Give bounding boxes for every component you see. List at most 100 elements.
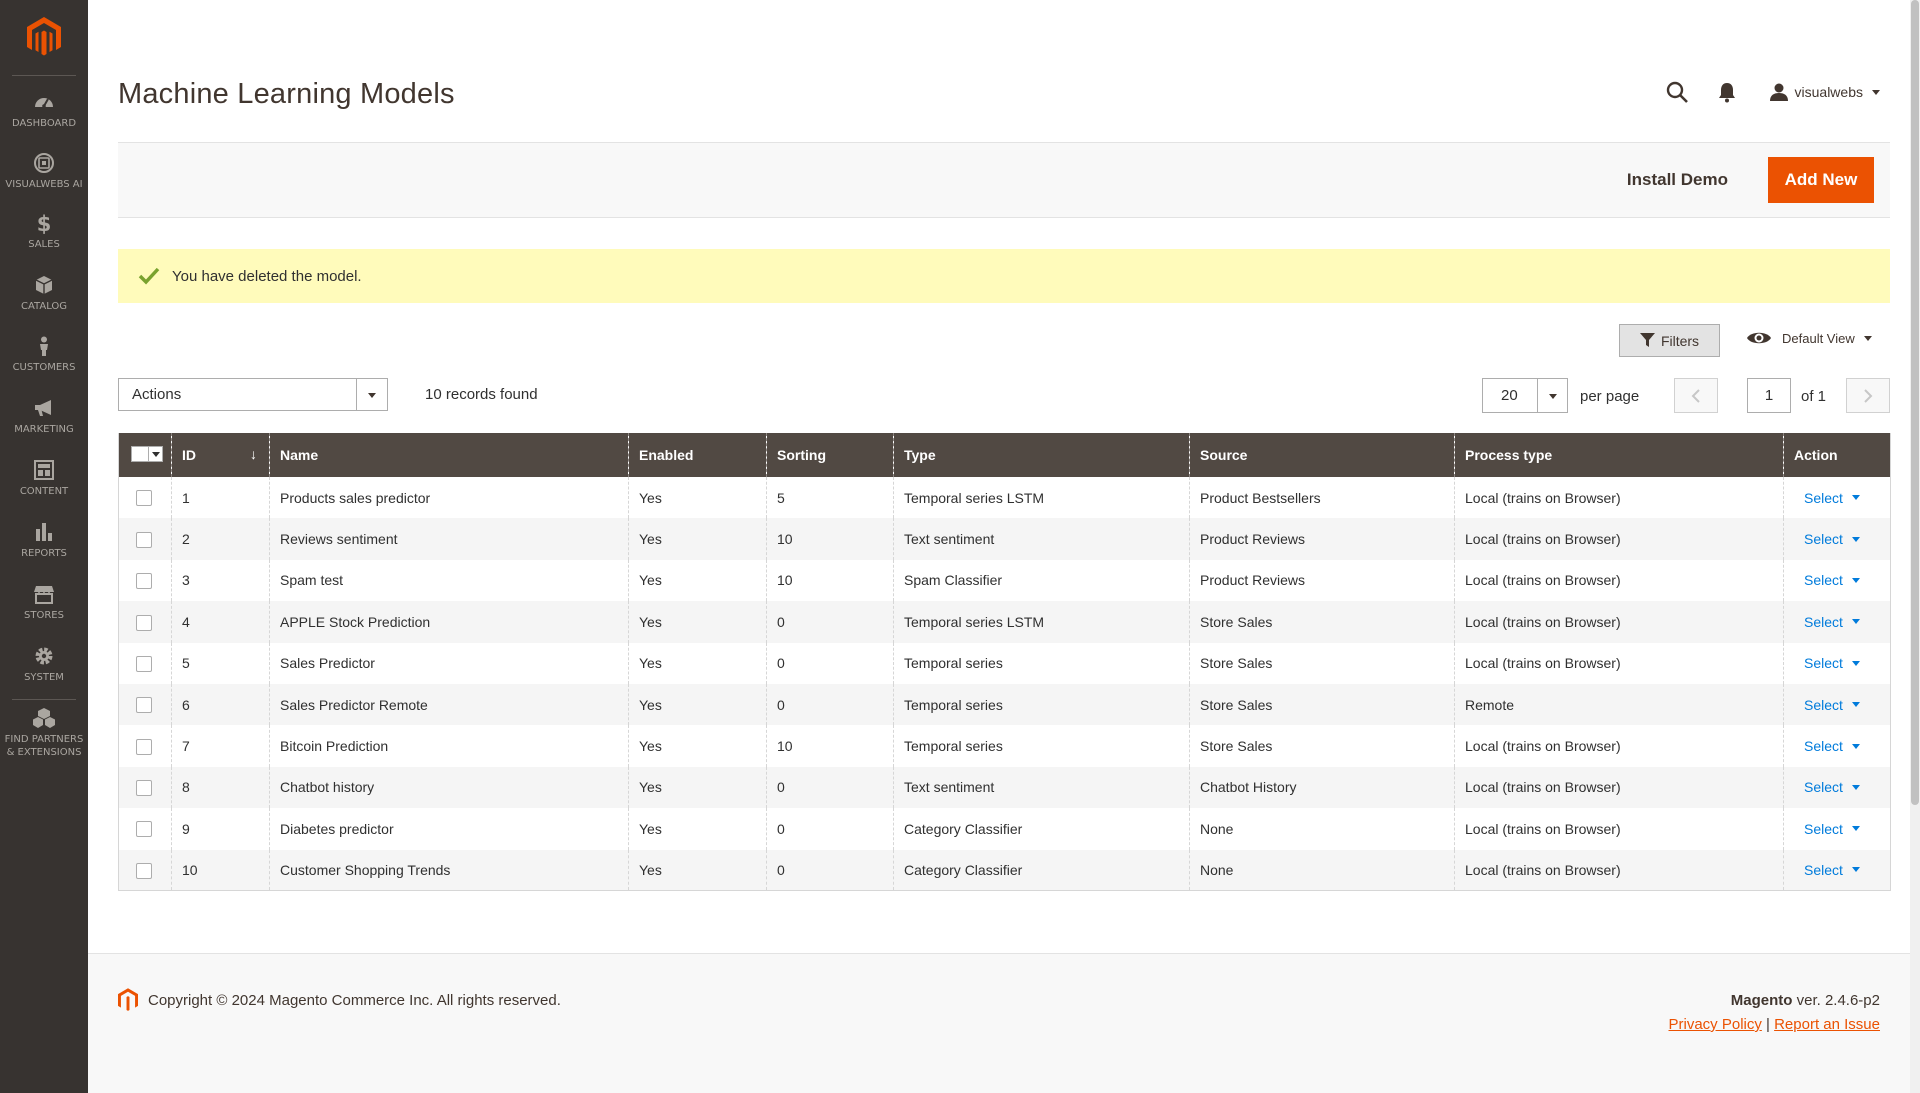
bell-icon[interactable] [1715, 80, 1739, 104]
cell-sorting: 0 [766, 766, 894, 809]
sidebar-item-dashboard[interactable]: DASHBOARD [0, 91, 88, 151]
filters-button[interactable]: Filters [1619, 324, 1720, 357]
sidebar-item-catalog[interactable]: CATALOG [0, 274, 88, 334]
row-checkbox[interactable] [136, 780, 152, 797]
row-action-select[interactable]: Select [1804, 614, 1860, 630]
next-page-button[interactable] [1846, 378, 1890, 413]
row-checkbox[interactable] [136, 655, 152, 672]
chevron-down-icon [368, 392, 376, 398]
mass-select-checkbox[interactable] [131, 446, 163, 462]
admin-sidebar: DASHBOARD VISUALWEBS AI $ SALES CATALOG … [0, 0, 88, 1093]
cell-name: Sales Predictor [269, 642, 629, 684]
add-new-button[interactable]: Add New [1768, 157, 1874, 203]
scrollbar[interactable] [1910, 0, 1920, 1093]
sidebar-item-content[interactable]: CONTENT [0, 459, 88, 519]
page-number-input[interactable]: 1 [1747, 378, 1791, 413]
table-row[interactable]: 6 Sales Predictor Remote Yes 0 Temporal seri… [118, 683, 1891, 726]
success-message: You have deleted the model. [118, 249, 1890, 303]
cell-sorting: 0 [766, 683, 894, 726]
table-row[interactable]: 10 Customer Shopping Trends Yes 0 Category C… [118, 849, 1891, 892]
row-action-select[interactable]: Select [1804, 862, 1860, 878]
per-page-select[interactable]: 20 [1482, 378, 1568, 413]
sidebar-item-customers[interactable]: CUSTOMERS [0, 335, 88, 395]
dropdown-toggle[interactable] [1537, 379, 1567, 412]
sidebar-item-visualwebs-ai[interactable]: VISUALWEBS AI [0, 152, 88, 212]
chevron-down-icon [1851, 577, 1860, 583]
row-action-select[interactable]: Select [1804, 779, 1860, 795]
scrollbar-thumb[interactable] [1911, 0, 1919, 805]
table-row[interactable]: 4 APPLE Stock Prediction Yes 0 Temporal seri… [118, 601, 1891, 643]
column-header-source[interactable]: Source [1189, 433, 1455, 477]
column-header-type[interactable]: Type [893, 433, 1190, 477]
row-checkbox[interactable] [136, 573, 152, 590]
sidebar-item-reports[interactable]: REPORTS [0, 521, 88, 581]
column-header-sorting[interactable]: Sorting [766, 433, 894, 477]
sidebar-item-label: CATALOG [20, 301, 68, 312]
report-issue-link[interactable]: Report an Issue [1774, 1016, 1880, 1033]
search-icon[interactable] [1665, 80, 1689, 104]
magento-logo[interactable] [27, 17, 61, 57]
select-all-header [118, 433, 172, 477]
row-action-select[interactable]: Select [1804, 490, 1860, 506]
cell-enabled: Yes [628, 477, 767, 519]
row-checkbox-cell [118, 683, 172, 726]
dropdown-toggle[interactable] [356, 379, 387, 410]
row-checkbox[interactable] [136, 738, 152, 755]
table-row[interactable]: 8 Chatbot history Yes 0 Text sentiment Chatbo… [118, 766, 1891, 809]
row-action-select[interactable]: Select [1804, 697, 1860, 713]
table-row[interactable]: 3 Spam test Yes 10 Spam Classifier Product Re… [118, 559, 1891, 602]
column-header-enabled[interactable]: Enabled [628, 433, 767, 477]
row-action-select[interactable]: Select [1804, 655, 1860, 671]
row-action-select[interactable]: Select [1804, 738, 1860, 754]
previous-page-button[interactable] [1674, 378, 1718, 413]
version-info: Magento ver. 2.4.6-p2 [1730, 992, 1880, 1009]
mass-actions-select[interactable]: Actions [118, 378, 388, 411]
table-row[interactable]: 2 Reviews sentiment Yes 10 Text sentiment Pro… [118, 518, 1891, 560]
bar-chart-icon [36, 523, 52, 541]
table-row[interactable]: 5 Sales Predictor Yes 0 Temporal series Store… [118, 642, 1891, 684]
sidebar-item-find-partners[interactable]: FIND PARTNERS & EXTENSIONS [0, 707, 88, 763]
row-checkbox[interactable] [136, 531, 152, 548]
row-checkbox[interactable] [136, 614, 152, 631]
row-checkbox-cell [118, 766, 172, 809]
box-icon [35, 276, 53, 294]
magento-logo-small [118, 988, 138, 1011]
user-menu[interactable]: visualwebs [1769, 82, 1880, 102]
cell-sorting: 0 [766, 642, 894, 684]
sidebar-item-marketing[interactable]: MARKETING [0, 397, 88, 457]
chevron-down-icon [1851, 867, 1860, 873]
column-header-name[interactable]: Name [269, 433, 629, 477]
row-action-select[interactable]: Select [1804, 531, 1860, 547]
cell-id: 1 [171, 477, 270, 519]
row-checkbox-cell [118, 601, 172, 643]
column-header-id[interactable]: ID ↓ [171, 433, 270, 477]
table-row[interactable]: 7 Bitcoin Prediction Yes 10 Temporal series S… [118, 725, 1891, 767]
table-row[interactable]: 1 Products sales predictor Yes 5 Temporal se… [118, 477, 1891, 519]
cell-id: 3 [171, 559, 270, 602]
row-checkbox[interactable] [136, 697, 152, 714]
row-checkbox[interactable] [136, 821, 152, 838]
sidebar-item-sales[interactable]: $ SALES [0, 212, 88, 272]
row-action-select[interactable]: Select [1804, 572, 1860, 588]
cell-id: 6 [171, 683, 270, 726]
dashboard-icon [35, 98, 53, 108]
cell-action: Select [1783, 725, 1891, 767]
cell-source: Store Sales [1189, 683, 1455, 726]
table-row[interactable]: 9 Diabetes predictor Yes 0 Category Classifi… [118, 808, 1891, 850]
cell-id: 8 [171, 766, 270, 809]
column-header-process-type[interactable]: Process type [1454, 433, 1784, 477]
privacy-policy-link[interactable]: Privacy Policy [1669, 1016, 1762, 1033]
default-view-dropdown[interactable]: Default View [1746, 329, 1872, 347]
row-checkbox[interactable] [136, 490, 152, 507]
cell-id: 7 [171, 725, 270, 767]
sidebar-item-stores[interactable]: STORES [0, 583, 88, 643]
page-actions-bar: Install Demo Add New [118, 142, 1890, 218]
cell-enabled: Yes [628, 518, 767, 560]
row-checkbox[interactable] [136, 862, 152, 879]
cell-name: Products sales predictor [269, 477, 629, 519]
row-checkbox-cell [118, 559, 172, 602]
install-demo-button[interactable]: Install Demo [1611, 157, 1744, 203]
sidebar-item-system[interactable]: SYSTEM [0, 645, 88, 705]
row-action-select[interactable]: Select [1804, 821, 1860, 837]
gear-icon [35, 647, 53, 665]
